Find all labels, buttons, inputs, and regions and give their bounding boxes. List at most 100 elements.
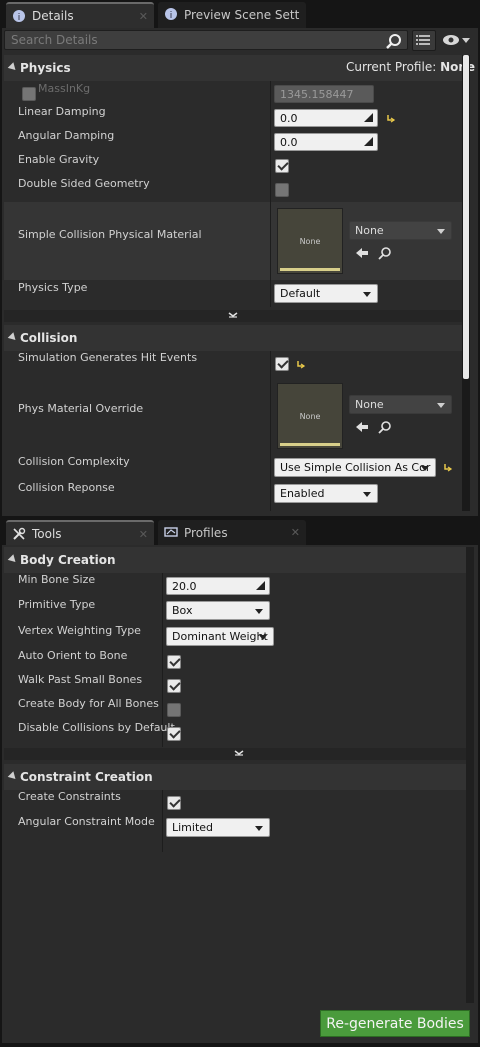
category-body-creation-title: Body Creation bbox=[20, 553, 116, 567]
min-bone-field[interactable]: 20.0 bbox=[166, 577, 270, 595]
complexity-label: Collision Complexity bbox=[18, 454, 130, 468]
regenerate-bodies-button[interactable]: Re-generate Bodies bbox=[320, 1010, 470, 1037]
disable-coll-label: Disable Collisions by Default bbox=[18, 720, 175, 734]
phys-mat-combo-value: None bbox=[355, 398, 384, 411]
create-all-checkbox[interactable] bbox=[167, 703, 181, 717]
simple-collision-row-bg bbox=[4, 202, 462, 280]
close-icon[interactable]: ✕ bbox=[139, 528, 148, 541]
vertex-combo[interactable]: Dominant Weight bbox=[166, 627, 274, 646]
linear-damping-value: 0.0 bbox=[280, 112, 298, 125]
tab-preview-scene[interactable]: i Preview Scene Sett bbox=[158, 2, 306, 28]
mass-label: MassInKg bbox=[38, 81, 91, 95]
tab-details-label: Details bbox=[32, 9, 74, 23]
mass-override-checkbox[interactable] bbox=[22, 87, 36, 101]
vertex-value: Dominant Weight bbox=[172, 630, 268, 643]
search-input[interactable]: Search Details bbox=[4, 30, 408, 50]
collapse-arrow-icon bbox=[7, 771, 19, 782]
use-selected-arrow-icon[interactable] bbox=[355, 246, 369, 260]
info-icon: i bbox=[13, 10, 25, 23]
complexity-combo[interactable]: Use Simple Collision As Cor bbox=[274, 458, 436, 477]
table-view-icon bbox=[416, 35, 430, 45]
chevron-down-icon bbox=[421, 466, 429, 471]
disable-coll-checkbox[interactable] bbox=[167, 727, 181, 741]
browse-search-icon[interactable] bbox=[378, 420, 392, 434]
chevron-down-icon bbox=[255, 826, 263, 831]
tools-icon bbox=[13, 527, 26, 540]
body-advanced-expander[interactable] bbox=[4, 748, 474, 760]
auto-orient-label: Auto Orient to Bone bbox=[18, 648, 128, 662]
linear-damping-label: Linear Damping bbox=[18, 104, 106, 118]
phys-mat-label: Phys Material Override bbox=[18, 401, 144, 415]
profiles-icon bbox=[164, 527, 178, 537]
phys-mat-thumbnail[interactable]: None bbox=[277, 383, 343, 449]
angular-mode-label: Angular Constraint Mode bbox=[18, 814, 155, 828]
search-icon[interactable] bbox=[386, 33, 402, 49]
tab-details[interactable]: i Details ✕ bbox=[6, 2, 154, 28]
close-icon[interactable]: ✕ bbox=[139, 10, 148, 23]
create-constraints-checkbox[interactable] bbox=[167, 796, 181, 810]
visibility-button[interactable] bbox=[440, 30, 476, 51]
svg-text:i: i bbox=[18, 13, 21, 23]
min-bone-label: Min Bone Size bbox=[18, 572, 96, 586]
tools-scrollbar[interactable] bbox=[466, 547, 474, 1003]
use-selected-arrow-icon[interactable] bbox=[355, 420, 369, 434]
category-collision[interactable]: Collision bbox=[4, 325, 462, 351]
collapse-arrow-icon bbox=[7, 332, 19, 343]
angular-damping-field[interactable]: 0.0 bbox=[274, 133, 378, 151]
tools-tabbar: Tools ✕ Profiles ✕ bbox=[0, 516, 480, 546]
gravity-checkbox[interactable] bbox=[275, 159, 289, 173]
primitive-combo[interactable]: Box bbox=[166, 601, 270, 620]
chevron-down-icon bbox=[255, 609, 263, 614]
mass-field[interactable]: 1345.158447 bbox=[274, 85, 374, 103]
sim-hit-checkbox[interactable] bbox=[275, 357, 289, 371]
info-icon: i bbox=[165, 8, 177, 21]
details-scrollbar-thumb[interactable] bbox=[463, 55, 469, 379]
close-icon[interactable]: ✕ bbox=[291, 526, 300, 539]
gravity-label: Enable Gravity bbox=[18, 152, 100, 166]
column-divider bbox=[270, 202, 271, 280]
current-profile: Current Profile: None bbox=[346, 60, 475, 74]
linear-damping-field[interactable]: 0.0 bbox=[274, 109, 378, 127]
simple-collision-combo[interactable]: None bbox=[349, 221, 452, 240]
reset-to-default-icon[interactable] bbox=[296, 359, 306, 369]
physics-type-label: Physics Type bbox=[18, 280, 88, 294]
reset-to-default-icon[interactable] bbox=[386, 113, 396, 123]
tab-profiles[interactable]: Profiles ✕ bbox=[158, 520, 306, 546]
walk-past-label: Walk Past Small Bones bbox=[18, 672, 143, 686]
chevron-down-icon bbox=[363, 292, 371, 297]
tab-tools[interactable]: Tools ✕ bbox=[6, 520, 154, 546]
response-value: Enabled bbox=[280, 487, 325, 500]
response-combo[interactable]: Enabled bbox=[274, 484, 378, 503]
collapse-arrow-icon bbox=[7, 62, 19, 73]
angular-mode-combo[interactable]: Limited bbox=[166, 818, 270, 837]
details-tabbar: i Details ✕ i Preview Scene Sett bbox=[0, 0, 480, 28]
tab-tools-label: Tools bbox=[32, 527, 62, 541]
current-profile-label: Current Profile: bbox=[346, 60, 437, 74]
auto-orient-checkbox[interactable] bbox=[167, 655, 181, 669]
chevron-down-icon bbox=[437, 403, 445, 408]
collapse-arrow-icon bbox=[7, 554, 19, 565]
double-sided-checkbox[interactable] bbox=[275, 183, 289, 197]
category-collision-title: Collision bbox=[20, 331, 78, 345]
tab-preview-scene-label: Preview Scene Sett bbox=[184, 8, 300, 22]
double-sided-label: Double Sided Geometry bbox=[18, 176, 150, 190]
drag-handle-icon bbox=[364, 137, 373, 146]
expand-advanced-icon bbox=[228, 312, 238, 318]
simple-collision-thumbnail[interactable]: None bbox=[277, 208, 343, 274]
phys-mat-combo[interactable]: None bbox=[349, 395, 452, 414]
walk-past-checkbox[interactable] bbox=[167, 679, 181, 693]
tab-profiles-label: Profiles bbox=[184, 526, 228, 540]
reset-to-default-icon[interactable] bbox=[443, 462, 453, 472]
browse-search-icon[interactable] bbox=[378, 246, 392, 260]
sim-hit-label: Simulation Generates Hit Events bbox=[18, 350, 198, 364]
category-constraint-creation[interactable]: Constraint Creation bbox=[4, 764, 474, 790]
physics-advanced-expander[interactable] bbox=[4, 310, 462, 322]
simple-collision-label: Simple Collision Physical Material bbox=[18, 227, 202, 241]
column-divider bbox=[270, 351, 271, 511]
drag-handle-icon bbox=[256, 581, 265, 590]
view-options-button[interactable] bbox=[412, 30, 436, 51]
category-body-creation[interactable]: Body Creation bbox=[4, 547, 474, 573]
physics-type-combo[interactable]: Default bbox=[274, 284, 378, 303]
details-scrollbar[interactable] bbox=[462, 55, 470, 511]
primitive-value: Box bbox=[172, 604, 193, 617]
